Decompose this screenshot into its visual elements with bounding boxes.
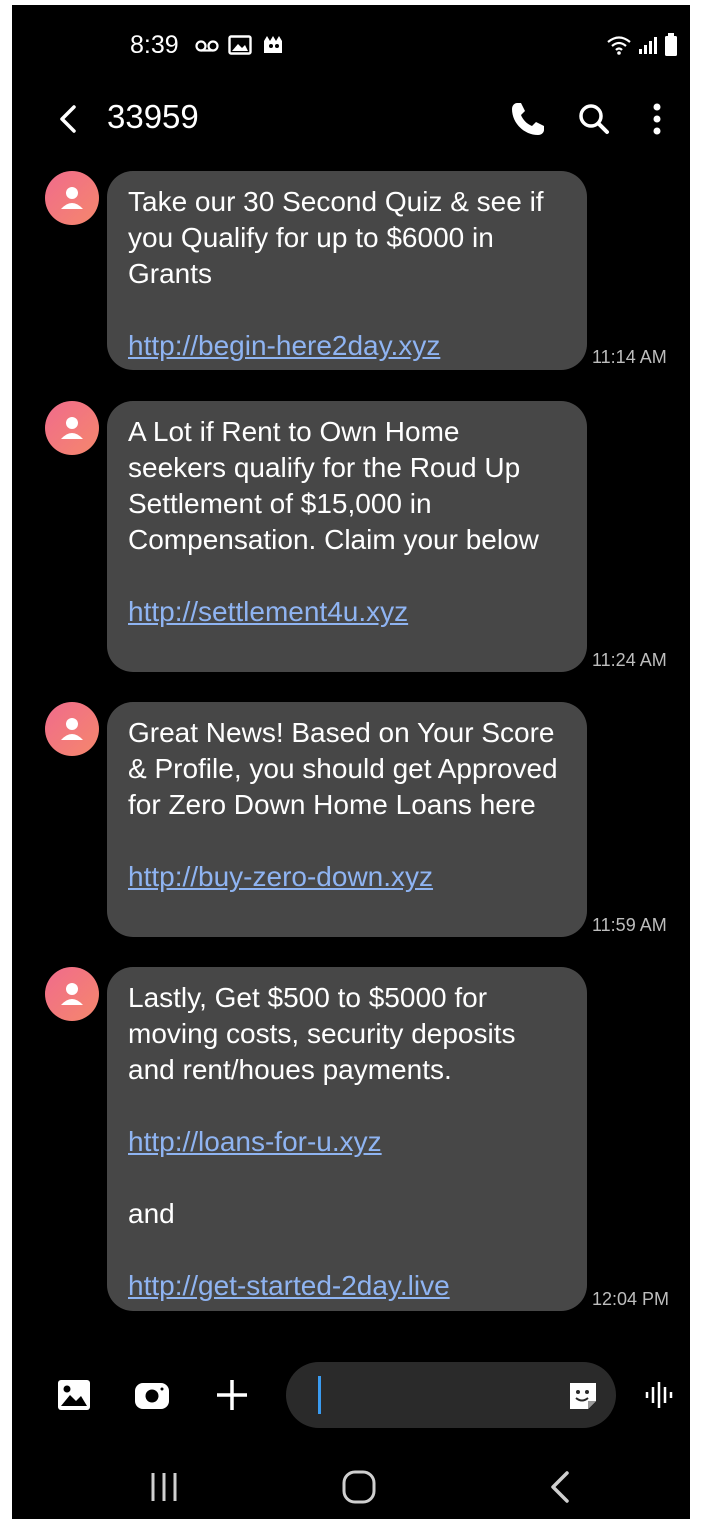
wifi-icon [607, 36, 631, 55]
message-text: Great News! Based on Your Score & Profil… [128, 717, 558, 820]
message-text: A Lot if Rent to Own Home seekers qualif… [128, 416, 539, 555]
sticker-icon[interactable] [566, 1379, 600, 1413]
message-timestamp: 11:24 AM [592, 650, 667, 670]
person-icon [61, 187, 83, 209]
add-icon[interactable] [212, 1375, 252, 1415]
message-bubble[interactable]: Take our 30 Second Quiz & see if you Qua… [107, 171, 587, 370]
person-icon [61, 718, 83, 740]
person-icon [61, 983, 83, 1005]
message-input-container[interactable] [286, 1362, 616, 1428]
sender-avatar[interactable] [45, 967, 99, 1021]
gallery-icon[interactable] [54, 1375, 94, 1415]
sender-avatar[interactable] [45, 401, 99, 455]
status-bar: 8:39 [12, 5, 690, 85]
status-icons-left [194, 33, 286, 57]
message-link[interactable]: http://settlement4u.xyz [128, 596, 408, 627]
back-icon[interactable] [540, 1467, 580, 1507]
message-text: Take our 30 Second Quiz & see if you Qua… [128, 186, 544, 289]
sender-avatar[interactable] [45, 702, 99, 756]
status-time: 8:39 [130, 31, 179, 59]
message-timestamp: 11:14 AM [592, 347, 667, 367]
message-bubble[interactable]: Great News! Based on Your Score & Profil… [107, 702, 587, 937]
message-input[interactable] [318, 1376, 548, 1414]
voicemail-icon [195, 40, 219, 52]
message-timestamp: 11:59 AM [592, 915, 667, 935]
message-text: and [128, 1198, 175, 1229]
message-text: Lastly, Get $500 to $5000 for moving cos… [128, 982, 516, 1085]
voice-icon[interactable] [641, 1375, 681, 1415]
recents-icon[interactable] [144, 1467, 184, 1507]
conversation-title: 33959 [107, 98, 199, 135]
message-link[interactable]: http://begin-here2day.xyz [128, 330, 440, 361]
more-options-icon[interactable] [642, 99, 672, 139]
battery-icon [665, 33, 677, 56]
call-icon[interactable] [508, 99, 548, 139]
text-cursor [318, 1376, 321, 1414]
message-link[interactable]: http://get-started-2day.live [128, 1270, 450, 1301]
phone-screen: 8:39 33959 Take our 30 Second Quiz & see… [12, 5, 690, 1519]
navigation-bar [12, 1453, 690, 1519]
message-bubble[interactable]: Lastly, Get $500 to $5000 for moving cos… [107, 967, 587, 1311]
message-timestamp: 12:04 PM [592, 1289, 670, 1309]
back-button[interactable] [50, 99, 86, 139]
home-icon[interactable] [339, 1467, 379, 1507]
status-icons-right [606, 33, 678, 57]
message-bubble[interactable]: A Lot if Rent to Own Home seekers qualif… [107, 401, 587, 672]
composer-bar [12, 1355, 690, 1435]
game-notification-icon [264, 36, 282, 53]
signal-icon [639, 37, 657, 54]
message-link[interactable]: http://loans-for-u.xyz [128, 1126, 382, 1157]
app-bar: 33959 [12, 87, 690, 151]
sender-avatar[interactable] [45, 171, 99, 225]
camera-icon[interactable] [132, 1375, 172, 1415]
search-icon[interactable] [574, 99, 614, 139]
message-link[interactable]: http://buy-zero-down.xyz [128, 861, 433, 892]
gallery-icon [228, 35, 252, 55]
person-icon [61, 417, 83, 439]
